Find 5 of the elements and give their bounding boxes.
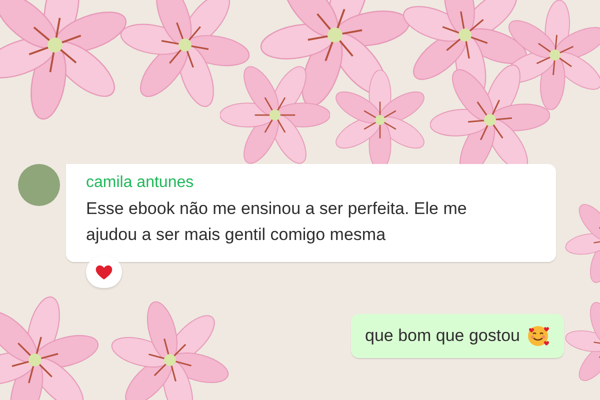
sender-name: camila antunes [86, 174, 195, 192]
smiling-face-with-hearts-icon [526, 324, 550, 348]
message-text: que bom que gostou [364, 325, 520, 347]
message-text: Esse ebook não me ensinou a ser perfeita. Ele me ajudou a ser mais gentil comigo mesma [86, 198, 468, 246]
avatar-photo-placeholder [18, 164, 60, 206]
